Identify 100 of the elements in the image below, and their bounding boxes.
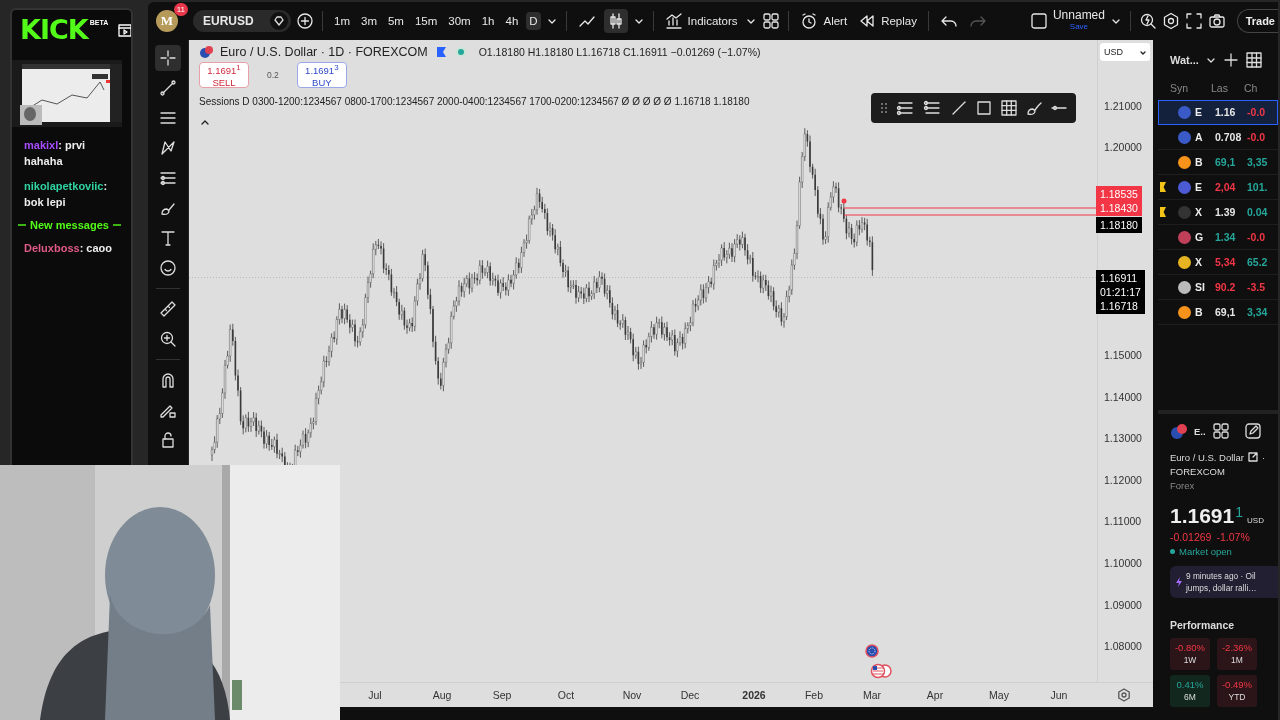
price-change: 0.04 [1247, 206, 1269, 218]
time-axis-label: Dec [680, 689, 700, 701]
last-price: 0.708 [1215, 131, 1243, 143]
new-messages-divider: New messages [30, 219, 109, 231]
news-card[interactable]: 9 minutes ago · Oil jumps, dollar ralli… [1170, 566, 1278, 598]
interval-button[interactable]: 1h [478, 12, 498, 30]
interval-button[interactable]: 15m [411, 12, 441, 30]
separator-dot: · [1261, 451, 1266, 463]
indicators-icon[interactable] [664, 12, 683, 30]
watchlist-row[interactable]: B 69,1 3,35 [1158, 150, 1278, 175]
table-icon[interactable] [1244, 51, 1263, 69]
watchlist-title[interactable]: Wat... [1170, 54, 1199, 66]
status-dot [1170, 549, 1175, 554]
spread-value: 0.2 [267, 70, 279, 80]
price-change: 3,34 [1247, 306, 1269, 318]
alarm-clock-icon[interactable] [800, 12, 819, 30]
currency-dropdown[interactable]: USD [1100, 43, 1150, 61]
interval-button[interactable]: 30m [445, 12, 474, 30]
symbol-icon [1178, 280, 1191, 294]
price-tag: 1.18180 [1096, 217, 1142, 233]
price-change: -0.01269 [1170, 531, 1212, 543]
templates-icon[interactable] [1211, 422, 1230, 440]
watchlist-row[interactable]: B 69,1 3,34 [1158, 300, 1278, 325]
layout-menu[interactable]: Unnamed Save [1052, 10, 1105, 32]
market-status: Market open [1179, 546, 1232, 557]
symbol-icon [1178, 205, 1191, 219]
watchlist-row[interactable]: E 2,04 101. [1158, 175, 1278, 200]
performance-tile: -2.36% 1M [1217, 638, 1257, 670]
square-icon[interactable] [1029, 12, 1048, 30]
sessions-indicator: Sessions D 0300-1200:1234567 0800-1700:1234567 2000-0400:1234567 1700-0200:1234567 Ø Ø Ø Ø Ø 1.16718 1.18180 [199, 96, 750, 107]
edit-icon[interactable] [1243, 422, 1262, 440]
replay-button[interactable]: Replay [855, 9, 920, 33]
price-change: -0.0 [1247, 231, 1267, 243]
fullscreen-icon[interactable] [1184, 12, 1203, 30]
time-axis-label: Sep [492, 689, 512, 701]
interval-button[interactable]: 3m [358, 12, 380, 30]
quick-search-icon[interactable] [1138, 12, 1157, 30]
interval-button[interactable]: D [526, 12, 541, 30]
rectangle-icon[interactable] [975, 99, 993, 117]
price-axis-label: 1.14000 [1104, 391, 1142, 403]
last-price: 69,1 [1215, 156, 1237, 168]
column-header[interactable]: Ch [1244, 82, 1264, 94]
external-link-icon[interactable] [1246, 451, 1259, 463]
grid-icon[interactable] [1000, 99, 1018, 117]
add-icon[interactable] [296, 12, 314, 30]
symbol-icon [1178, 255, 1191, 269]
instrument-type: Forex [1170, 480, 1196, 491]
symbol-text: SI [1195, 281, 1206, 293]
drag-handle-icon[interactable] [879, 102, 889, 114]
price-axis-label: 1.13000 [1104, 432, 1142, 444]
price-change: 65.2 [1247, 256, 1269, 268]
symbol-text: B [1195, 306, 1204, 318]
settings-icon[interactable] [1161, 12, 1180, 30]
symbol-icon [1178, 105, 1191, 119]
last-price: 2,04 [1215, 181, 1237, 193]
interval-button[interactable]: 4h [502, 12, 522, 30]
last-price: 1.39 [1215, 206, 1237, 218]
time-axis-label: 2026 [742, 689, 766, 701]
news-headline[interactable]: 9 minutes ago · Oil jumps, dollar ralli… [1186, 570, 1278, 594]
trade-button[interactable]: Trade [1236, 9, 1278, 33]
interval-button[interactable]: 5m [384, 12, 407, 30]
watchlist-row[interactable]: SI 90.2 -3.5 [1158, 275, 1278, 300]
popout-icon[interactable] [117, 22, 131, 38]
exchange-name: FOREXCOM [1170, 466, 1226, 477]
watchlist-row[interactable]: E 1.16 -0.0 [1158, 100, 1278, 125]
symbol-text: E [1195, 106, 1203, 118]
price-tag: 1.16911 01:21:17 1.16718 [1096, 270, 1145, 314]
status-dot-icon [454, 45, 467, 58]
price-axis-label: 1.08000 [1104, 640, 1142, 652]
watchlist-row[interactable]: G 1.34 -0.0 [1158, 225, 1278, 250]
indicators-button[interactable]: Indicators [661, 9, 741, 33]
symbol-search-field[interactable]: EURUSD [193, 10, 291, 32]
time-axis-label: Nov [622, 689, 642, 701]
column-header[interactable]: Las [1211, 82, 1244, 94]
price-change: -3.5 [1247, 281, 1267, 293]
watchlist-row[interactable]: A 0.708 -0.0 [1158, 125, 1278, 150]
flag-event-icon[interactable] [870, 663, 892, 679]
price-tail-digit: 1 [1235, 504, 1244, 520]
camera-icon[interactable] [1207, 12, 1226, 30]
time-axis-label: Jul [368, 689, 382, 701]
time-axis-label: Mar [862, 689, 882, 701]
buy-button[interactable]: 1.1691$^{3}$ BUY [296, 62, 347, 88]
templates-icon[interactable] [762, 12, 781, 30]
last-price: 1.34 [1215, 231, 1237, 243]
time-axis-label: May [989, 689, 1009, 701]
price-change: -0.0 [1247, 106, 1267, 118]
interval-button[interactable]: 1m [331, 12, 353, 30]
time-axis-label: Aug [432, 689, 452, 701]
instrument-name: Euro / U.S. Dollar [1170, 451, 1244, 463]
event-icon[interactable] [865, 644, 879, 658]
watchlist-row[interactable]: X 5,34 65.2 [1158, 250, 1278, 275]
alert-button[interactable]: Alert [797, 9, 851, 33]
time-axis-label: Apr [926, 689, 944, 701]
sell-button[interactable]: 1.1691$^{1}$ SELL [199, 62, 249, 88]
currency-pair-icon [199, 44, 214, 59]
trend-line-icon[interactable] [950, 99, 968, 117]
column-header[interactable]: Syn [1170, 82, 1211, 94]
add-icon[interactable] [1222, 52, 1239, 68]
last-price: 1.16 [1215, 106, 1237, 118]
watchlist-row[interactable]: X 1.39 0.04 [1158, 200, 1278, 225]
